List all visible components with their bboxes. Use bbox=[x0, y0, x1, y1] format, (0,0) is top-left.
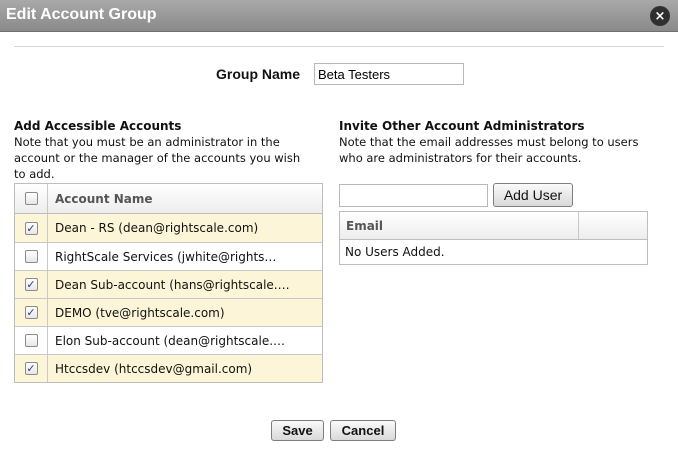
accounts-section-title: Add Accessible Accounts bbox=[14, 119, 182, 133]
account-row[interactable]: ✓ Dean Sub-account (hans@rightscale.… bbox=[15, 270, 322, 298]
email-empty-message: No Users Added. bbox=[345, 245, 445, 259]
cancel-button[interactable]: Cancel bbox=[330, 420, 396, 441]
account-checkbox[interactable]: ✓ bbox=[24, 362, 38, 375]
email-table-extra-column bbox=[579, 212, 647, 239]
invite-section-title: Invite Other Account Administrators bbox=[339, 119, 585, 133]
account-name: Htccsdev (htccsdev@gmail.com) bbox=[55, 361, 253, 376]
close-icon[interactable]: × bbox=[650, 6, 670, 26]
account-name: Dean - RS (dean@rightscale.com) bbox=[55, 221, 259, 235]
accounts-table-header: Account Name bbox=[15, 184, 322, 214]
account-checkbox[interactable] bbox=[24, 334, 38, 347]
account-row[interactable]: Elon Sub-account (dean@rightscale.… bbox=[15, 326, 322, 354]
accounts-table: Account Name ✓ Dean - RS (dean@rightscale… bbox=[14, 183, 323, 383]
email-column-header: Email bbox=[340, 212, 579, 239]
accounts-note: Note that you must be an administrator i… bbox=[14, 135, 301, 181]
account-name-column-header: Account Name bbox=[55, 191, 153, 206]
group-name-input[interactable] bbox=[314, 63, 464, 85]
account-checkbox[interactable]: ✓ bbox=[24, 306, 38, 319]
account-name: RightScale Services (jwhite@rights… bbox=[55, 249, 277, 264]
dialog-titlebar: Edit Account Group × bbox=[0, 0, 678, 32]
account-row[interactable]: ✓ Htccsdev (htccsdev@gmail.com) bbox=[15, 354, 322, 382]
account-checkbox[interactable]: ✓ bbox=[24, 221, 38, 235]
account-name: Elon Sub-account (dean@rightscale.… bbox=[55, 333, 286, 348]
select-all-checkbox[interactable] bbox=[24, 192, 38, 205]
account-checkbox[interactable] bbox=[24, 250, 38, 263]
divider bbox=[14, 46, 664, 47]
account-row[interactable]: ✓ DEMO (tve@rightscale.com) bbox=[15, 298, 322, 326]
invite-note: Note that the email addresses must belon… bbox=[339, 135, 639, 165]
save-button[interactable]: Save bbox=[271, 420, 324, 441]
account-name: DEMO (tve@rightscale.com) bbox=[55, 305, 225, 320]
add-user-button[interactable]: Add User bbox=[493, 183, 573, 207]
email-table-header: Email bbox=[340, 212, 647, 240]
account-row[interactable]: RightScale Services (jwhite@rights… bbox=[15, 242, 322, 270]
invite-email-input[interactable] bbox=[339, 184, 488, 207]
group-name-label: Group Name bbox=[216, 66, 301, 82]
account-name: Dean Sub-account (hans@rightscale.… bbox=[55, 277, 290, 292]
dialog-title: Edit Account Group bbox=[6, 6, 157, 23]
email-table: Email No Users Added. bbox=[339, 211, 648, 265]
account-checkbox[interactable]: ✓ bbox=[24, 278, 38, 291]
account-row[interactable]: ✓ Dean - RS (dean@rightscale.com) bbox=[15, 214, 322, 242]
